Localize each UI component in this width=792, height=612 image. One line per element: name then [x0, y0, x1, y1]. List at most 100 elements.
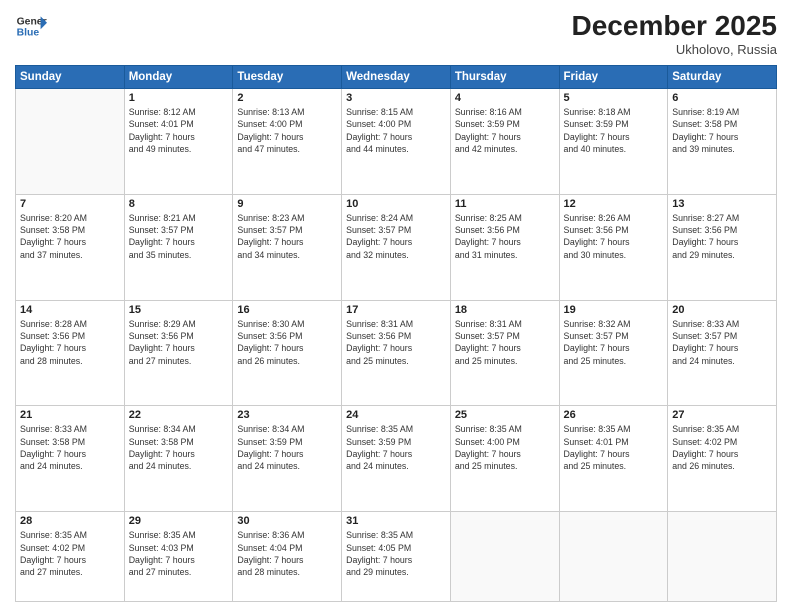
calendar-cell: 1 Sunrise: 8:12 AMSunset: 4:01 PMDaylight…	[124, 89, 233, 195]
day-number: 20	[672, 304, 772, 316]
calendar-cell: 14 Sunrise: 8:28 AMSunset: 3:56 PMDayligh…	[16, 300, 125, 406]
cell-info: Sunrise: 8:20 AMSunset: 3:58 PMDaylight:…	[20, 212, 120, 261]
cell-info: Sunrise: 8:34 AMSunset: 3:59 PMDaylight:…	[237, 423, 337, 472]
day-number: 10	[346, 198, 446, 210]
cell-info: Sunrise: 8:19 AMSunset: 3:58 PMDaylight:…	[672, 106, 772, 155]
cell-info: Sunrise: 8:32 AMSunset: 3:57 PMDaylight:…	[564, 318, 664, 367]
cell-info: Sunrise: 8:33 AMSunset: 3:58 PMDaylight:…	[20, 423, 120, 472]
day-number: 19	[564, 304, 664, 316]
day-number: 4	[455, 92, 555, 104]
calendar-cell: 9Sunrise: 8:23 AMSunset: 3:57 PMDaylight…	[233, 194, 342, 300]
calendar-cell: 11 Sunrise: 8:25 AMSunset: 3:56 PMDayligh…	[450, 194, 559, 300]
day-number: 27	[672, 409, 772, 421]
calendar-cell: 16Sunrise: 8:30 AMSunset: 3:56 PMDayligh…	[233, 300, 342, 406]
cell-info: Sunrise: 8:35 AMSunset: 4:01 PMDaylight:…	[564, 423, 664, 472]
calendar-week-2: 14 Sunrise: 8:28 AMSunset: 3:56 PMDayligh…	[16, 300, 777, 406]
day-number: 5	[564, 92, 664, 104]
calendar-cell: 6 Sunrise: 8:19 AMSunset: 3:58 PMDaylight…	[668, 89, 777, 195]
day-header-sunday: Sunday	[16, 66, 125, 89]
day-number: 28	[20, 515, 120, 527]
day-number: 29	[129, 515, 229, 527]
day-number: 21	[20, 409, 120, 421]
cell-info: Sunrise: 8:27 AMSunset: 3:56 PMDaylight:…	[672, 212, 772, 261]
cell-info: Sunrise: 8:35 AMSunset: 4:02 PMDaylight:…	[672, 423, 772, 472]
cell-info: Sunrise: 8:25 AMSunset: 3:56 PMDaylight:…	[455, 212, 555, 261]
day-header-wednesday: Wednesday	[342, 66, 451, 89]
calendar-cell: 19 Sunrise: 8:32 AMSunset: 3:57 PMDayligh…	[559, 300, 668, 406]
day-number: 23	[237, 409, 337, 421]
title-block: December 2025 Ukholovo, Russia	[572, 10, 777, 57]
calendar-cell	[668, 512, 777, 602]
day-number: 11	[455, 198, 555, 210]
calendar-cell: 27 Sunrise: 8:35 AMSunset: 4:02 PMDayligh…	[668, 406, 777, 512]
day-header-saturday: Saturday	[668, 66, 777, 89]
logo: General Blue	[15, 10, 47, 42]
cell-info: Sunrise: 8:33 AMSunset: 3:57 PMDaylight:…	[672, 318, 772, 367]
calendar-cell: 26 Sunrise: 8:35 AMSunset: 4:01 PMDayligh…	[559, 406, 668, 512]
calendar-cell: 17 Sunrise: 8:31 AMSunset: 3:56 PMDayligh…	[342, 300, 451, 406]
cell-info: Sunrise: 8:31 AMSunset: 3:56 PMDaylight:…	[346, 318, 446, 367]
page: General Blue December 2025 Ukholovo, Rus…	[0, 0, 792, 612]
day-number: 26	[564, 409, 664, 421]
calendar-cell: 24 Sunrise: 8:35 AMSunset: 3:59 PMDayligh…	[342, 406, 451, 512]
calendar-cell: 13Sunrise: 8:27 AMSunset: 3:56 PMDayligh…	[668, 194, 777, 300]
calendar-cell: 23 Sunrise: 8:34 AMSunset: 3:59 PMDayligh…	[233, 406, 342, 512]
calendar-cell: 8Sunrise: 8:21 AMSunset: 3:57 PMDaylight…	[124, 194, 233, 300]
cell-info: Sunrise: 8:34 AMSunset: 3:58 PMDaylight:…	[129, 423, 229, 472]
calendar-cell: 15 Sunrise: 8:29 AMSunset: 3:56 PMDayligh…	[124, 300, 233, 406]
day-number: 31	[346, 515, 446, 527]
cell-info: Sunrise: 8:28 AMSunset: 3:56 PMDaylight:…	[20, 318, 120, 367]
calendar-cell: 22 Sunrise: 8:34 AMSunset: 3:58 PMDayligh…	[124, 406, 233, 512]
calendar-table: SundayMondayTuesdayWednesdayThursdayFrid…	[15, 65, 777, 602]
day-number: 14	[20, 304, 120, 316]
calendar-cell	[450, 512, 559, 602]
cell-info: Sunrise: 8:29 AMSunset: 3:56 PMDaylight:…	[129, 318, 229, 367]
cell-info: Sunrise: 8:35 AMSunset: 4:00 PMDaylight:…	[455, 423, 555, 472]
calendar-cell: 25 Sunrise: 8:35 AMSunset: 4:00 PMDayligh…	[450, 406, 559, 512]
day-number: 15	[129, 304, 229, 316]
month-title: December 2025	[572, 10, 777, 42]
cell-info: Sunrise: 8:18 AMSunset: 3:59 PMDaylight:…	[564, 106, 664, 155]
cell-info: Sunrise: 8:26 AMSunset: 3:56 PMDaylight:…	[564, 212, 664, 261]
day-number: 22	[129, 409, 229, 421]
cell-info: Sunrise: 8:21 AMSunset: 3:57 PMDaylight:…	[129, 212, 229, 261]
calendar-week-0: 1 Sunrise: 8:12 AMSunset: 4:01 PMDaylight…	[16, 89, 777, 195]
calendar-cell	[16, 89, 125, 195]
svg-text:Blue: Blue	[17, 28, 40, 39]
calendar-cell: 7 Sunrise: 8:20 AMSunset: 3:58 PMDaylight…	[16, 194, 125, 300]
calendar-week-4: 28 Sunrise: 8:35 AMSunset: 4:02 PMDayligh…	[16, 512, 777, 602]
calendar-header-row: SundayMondayTuesdayWednesdayThursdayFrid…	[16, 66, 777, 89]
cell-info: Sunrise: 8:36 AMSunset: 4:04 PMDaylight:…	[237, 529, 337, 578]
day-number: 17	[346, 304, 446, 316]
cell-info: Sunrise: 8:35 AMSunset: 3:59 PMDaylight:…	[346, 423, 446, 472]
day-number: 3	[346, 92, 446, 104]
calendar-cell: 12 Sunrise: 8:26 AMSunset: 3:56 PMDayligh…	[559, 194, 668, 300]
day-number: 25	[455, 409, 555, 421]
logo-icon: General Blue	[15, 10, 47, 42]
day-number: 1	[129, 92, 229, 104]
day-number: 7	[20, 198, 120, 210]
calendar-cell: 31 Sunrise: 8:35 AMSunset: 4:05 PMDayligh…	[342, 512, 451, 602]
cell-info: Sunrise: 8:35 AMSunset: 4:03 PMDaylight:…	[129, 529, 229, 578]
cell-info: Sunrise: 8:24 AMSunset: 3:57 PMDaylight:…	[346, 212, 446, 261]
calendar-week-1: 7 Sunrise: 8:20 AMSunset: 3:58 PMDaylight…	[16, 194, 777, 300]
calendar-cell	[559, 512, 668, 602]
calendar-cell: 18Sunrise: 8:31 AMSunset: 3:57 PMDayligh…	[450, 300, 559, 406]
day-number: 12	[564, 198, 664, 210]
calendar-cell: 4Sunrise: 8:16 AMSunset: 3:59 PMDaylight…	[450, 89, 559, 195]
day-number: 16	[237, 304, 337, 316]
day-number: 6	[672, 92, 772, 104]
cell-info: Sunrise: 8:35 AMSunset: 4:02 PMDaylight:…	[20, 529, 120, 578]
day-number: 24	[346, 409, 446, 421]
day-header-tuesday: Tuesday	[233, 66, 342, 89]
cell-info: Sunrise: 8:12 AMSunset: 4:01 PMDaylight:…	[129, 106, 229, 155]
cell-info: Sunrise: 8:35 AMSunset: 4:05 PMDaylight:…	[346, 529, 446, 578]
calendar-cell: 20 Sunrise: 8:33 AMSunset: 3:57 PMDayligh…	[668, 300, 777, 406]
day-header-monday: Monday	[124, 66, 233, 89]
calendar-cell: 28 Sunrise: 8:35 AMSunset: 4:02 PMDayligh…	[16, 512, 125, 602]
day-number: 2	[237, 92, 337, 104]
location: Ukholovo, Russia	[572, 42, 777, 57]
calendar-cell: 3Sunrise: 8:15 AMSunset: 4:00 PMDaylight…	[342, 89, 451, 195]
day-number: 30	[237, 515, 337, 527]
cell-info: Sunrise: 8:31 AMSunset: 3:57 PMDaylight:…	[455, 318, 555, 367]
